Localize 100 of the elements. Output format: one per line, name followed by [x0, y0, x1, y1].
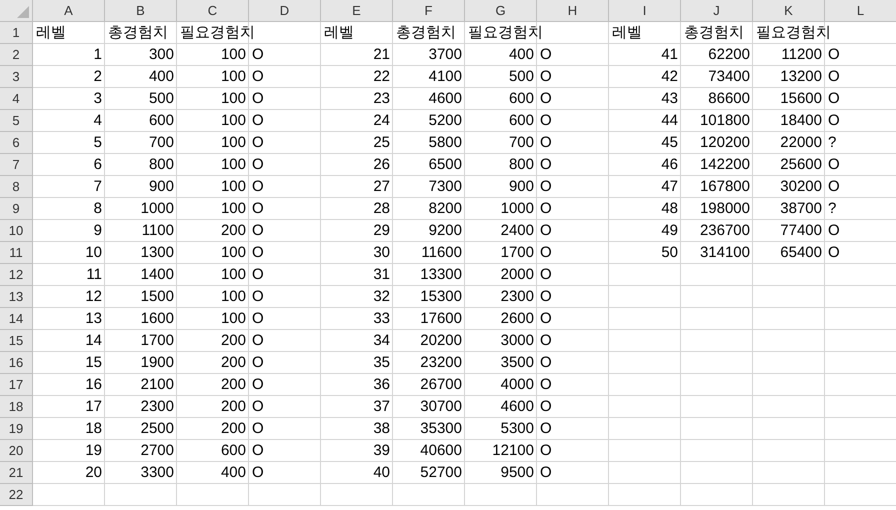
table-cell-text: 20 — [85, 462, 103, 483]
table-cell-text: 1300 — [140, 242, 175, 263]
table-cell-text: 21 — [373, 44, 391, 65]
table-cell-text: 14 — [85, 330, 103, 351]
table-cell-text: 44 — [661, 110, 679, 131]
table-cell-text: 100 — [220, 242, 247, 263]
table-cell-text: 200 — [220, 374, 247, 395]
table-cell-text: 900 — [508, 176, 535, 197]
table-cell-text: 200 — [220, 418, 247, 439]
column-header[interactable]: D — [249, 0, 321, 22]
table-cell-text: 26 — [373, 154, 391, 175]
table-cell-text: 2700 — [140, 440, 175, 461]
table-cell-text: ? — [827, 132, 836, 153]
table-cell-text: O — [251, 176, 264, 197]
table-cell-text: O — [539, 440, 552, 461]
column-header[interactable]: E — [321, 0, 393, 22]
table-cell-text: 47 — [661, 176, 679, 197]
row-header[interactable]: 16 — [0, 352, 33, 374]
row-header[interactable]: 4 — [0, 88, 33, 110]
row-header[interactable]: 21 — [0, 462, 33, 484]
column-header[interactable]: B — [105, 0, 177, 22]
column-header[interactable]: F — [393, 0, 465, 22]
column-header[interactable]: G — [465, 0, 537, 22]
row-header[interactable]: 15 — [0, 330, 33, 352]
select-all-icon[interactable] — [17, 6, 29, 18]
table-cell-text: 5 — [94, 132, 103, 153]
table-cell-text: 314100 — [700, 242, 751, 263]
table-cell-text: 11600 — [421, 242, 463, 263]
table-cell-text: O — [827, 154, 840, 175]
table-cell-text: O — [251, 418, 264, 439]
column-header[interactable]: I — [609, 0, 681, 22]
row-header[interactable]: 14 — [0, 308, 33, 330]
table-cell-text: 4600 — [500, 396, 535, 417]
row-header[interactable]: 2 — [0, 44, 33, 66]
table-cell-text: O — [251, 330, 264, 351]
table-cell-text: 35300 — [420, 418, 463, 439]
table-cell-text: 4100 — [428, 66, 463, 87]
column-header[interactable]: K — [753, 0, 825, 22]
row-header[interactable]: 1 — [0, 22, 33, 44]
table-cell-text: 1500 — [140, 286, 175, 307]
row-header[interactable]: 11 — [0, 242, 33, 264]
table-cell-text: 22000 — [780, 132, 823, 153]
row-header[interactable]: 7 — [0, 154, 33, 176]
row-header[interactable]: 10 — [0, 220, 33, 242]
row-header[interactable]: 20 — [0, 440, 33, 462]
table-cell-text: 35 — [373, 352, 391, 373]
table-cell-text: O — [827, 176, 840, 197]
table-cell-text: 37 — [373, 396, 391, 417]
column-header[interactable]: C — [177, 0, 249, 22]
table-cell-text: 52700 — [420, 462, 463, 483]
table-cell-text: 46 — [661, 154, 679, 175]
column-header[interactable]: L — [825, 0, 896, 22]
row-header[interactable]: 18 — [0, 396, 33, 418]
row-header[interactable]: 5 — [0, 110, 33, 132]
table-cell-text: O — [539, 396, 552, 417]
table-cell-text: 5800 — [428, 132, 463, 153]
row-header[interactable]: 19 — [0, 418, 33, 440]
row-header[interactable]: 8 — [0, 176, 33, 198]
column-header[interactable]: H — [537, 0, 609, 22]
table-cell-text: O — [539, 308, 552, 329]
table-cell-text: 1100 — [142, 220, 175, 241]
table-cell-text: 6 — [94, 154, 103, 175]
table-cell-text: 400 — [220, 462, 247, 483]
table-cell-text: 38700 — [780, 198, 823, 219]
table-cell-text: 12100 — [492, 440, 535, 461]
table-cell-text: 77400 — [780, 220, 823, 241]
table-cell-text: 100 — [220, 264, 247, 285]
table-cell-text: 9 — [94, 220, 103, 241]
table-cell-text: 4000 — [500, 374, 535, 395]
row-header[interactable]: 22 — [0, 484, 33, 506]
table-cell-text: 100 — [220, 132, 247, 153]
row-header[interactable]: 13 — [0, 286, 33, 308]
header-cell-text: 필요경험치 — [755, 22, 831, 43]
row-header[interactable]: 3 — [0, 66, 33, 88]
table-cell-text: 43 — [661, 88, 679, 109]
table-cell-text: 20200 — [420, 330, 463, 351]
table-cell-text: 9200 — [428, 220, 463, 241]
table-cell-text: O — [251, 396, 264, 417]
table-cell-text: 9500 — [500, 462, 535, 483]
table-cell-text: 10 — [85, 242, 103, 263]
table-cell-text: 2100 — [140, 374, 175, 395]
table-cell-text: 16 — [85, 374, 103, 395]
column-header[interactable]: J — [681, 0, 753, 22]
table-cell-text: 700 — [148, 132, 175, 153]
table-cell-text: 3000 — [500, 330, 535, 351]
table-cell-text: O — [827, 88, 840, 109]
table-cell-text: 400 — [508, 44, 535, 65]
table-cell-text: 4 — [94, 110, 103, 131]
table-cell-text: O — [539, 88, 552, 109]
table-cell-text: 500 — [508, 66, 535, 87]
row-header[interactable]: 9 — [0, 198, 33, 220]
row-header[interactable]: 17 — [0, 374, 33, 396]
row-header[interactable]: 12 — [0, 264, 33, 286]
column-header[interactable]: A — [33, 0, 105, 22]
table-cell-text: 100 — [220, 154, 247, 175]
row-header[interactable]: 6 — [0, 132, 33, 154]
table-cell-text: 28 — [373, 198, 391, 219]
table-cell-text: O — [539, 44, 552, 65]
table-cell-text: 198000 — [700, 198, 751, 219]
table-cell-text: 40 — [373, 462, 391, 483]
